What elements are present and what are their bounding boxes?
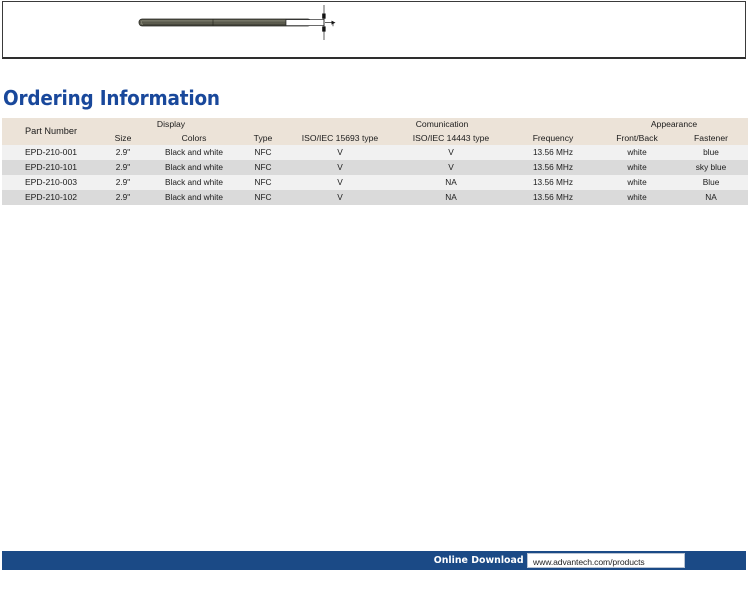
cell-frequency: 13.56 MHz	[506, 190, 600, 205]
cell-type: NFC	[242, 175, 284, 190]
cell-iso-15693: V	[284, 175, 396, 190]
online-download-label: Online Download	[434, 555, 524, 566]
cell-iso-14443: NA	[396, 175, 506, 190]
column-header-size: Size	[100, 131, 146, 145]
table-row: EPD-210-003 2.9" Black and white NFC V N…	[2, 175, 749, 190]
cell-colors: Black and white	[146, 160, 242, 175]
cell-front-back: white	[600, 160, 674, 175]
column-header-part-number: Part Number	[2, 118, 100, 145]
cell-fastener: blue	[674, 145, 749, 160]
column-group-header-spacer	[242, 118, 284, 131]
dimension-leader-arrow	[325, 20, 336, 27]
table-header-sub-row: Size Colors Type ISO/IEC 15693 type ISO/…	[2, 131, 749, 145]
column-header-type: Type	[242, 131, 284, 145]
cell-fastener: Blue	[674, 175, 749, 190]
page-title: Ordering Information	[3, 86, 220, 110]
cell-front-back: white	[600, 175, 674, 190]
cell-size: 2.9"	[100, 175, 146, 190]
cell-part-number: EPD-210-003	[2, 175, 100, 190]
cell-frequency: 13.56 MHz	[506, 175, 600, 190]
table-row: EPD-210-102 2.9" Black and white NFC V N…	[2, 190, 749, 205]
table-header: Part Number Display Comunication Appeara…	[2, 118, 749, 145]
table-body: EPD-210-001 2.9" Black and white NFC V V…	[2, 145, 749, 205]
online-download-url-text: www.advantech.com/products	[533, 556, 645, 567]
cell-fastener: NA	[674, 190, 749, 205]
column-group-header-display: Display	[100, 118, 242, 131]
cell-type: NFC	[242, 145, 284, 160]
table-header-group-row: Part Number Display Comunication Appeara…	[2, 118, 749, 145]
column-header-front-back: Front/Back	[600, 131, 674, 145]
panel-extension-segment	[285, 19, 325, 26]
cell-size: 2.9"	[100, 145, 146, 160]
cell-frequency: 13.56 MHz	[506, 145, 600, 160]
column-header-iso-15693: ISO/IEC 15693 type	[284, 131, 396, 145]
cell-part-number: EPD-210-102	[2, 190, 100, 205]
column-header-fastener: Fastener	[674, 131, 749, 145]
side-view-panel-thickness-drawing	[138, 5, 336, 40]
cell-fastener: sky blue	[674, 160, 749, 175]
ordering-information-table: Part Number Display Comunication Appeara…	[2, 118, 749, 205]
column-header-frequency: Frequency	[506, 131, 600, 145]
column-header-colors: Colors	[146, 131, 242, 145]
cell-iso-15693: V	[284, 145, 396, 160]
product-drawing-panel	[2, 1, 746, 59]
cell-iso-14443: NA	[396, 190, 506, 205]
cell-iso-15693: V	[284, 160, 396, 175]
cell-front-back: white	[600, 145, 674, 160]
cell-colors: Black and white	[146, 145, 242, 160]
cell-iso-14443: V	[396, 160, 506, 175]
cell-colors: Black and white	[146, 190, 242, 205]
cell-front-back: white	[600, 190, 674, 205]
cell-part-number: EPD-210-101	[2, 160, 100, 175]
column-group-header-communication: Comunication	[284, 118, 600, 131]
cell-iso-14443: V	[396, 145, 506, 160]
panel-profile-body	[138, 18, 312, 27]
cell-frequency: 13.56 MHz	[506, 160, 600, 175]
footer-bar: Online Download www.advantech.com/produc…	[2, 551, 746, 570]
table-row: EPD-210-001 2.9" Black and white NFC V V…	[2, 145, 749, 160]
cell-colors: Black and white	[146, 175, 242, 190]
cell-size: 2.9"	[100, 190, 146, 205]
cell-type: NFC	[242, 160, 284, 175]
online-download-url-box[interactable]: www.advantech.com/products	[527, 553, 685, 568]
column-group-header-appearance: Appearance	[600, 118, 749, 131]
cell-part-number: EPD-210-001	[2, 145, 100, 160]
cell-iso-15693: V	[284, 190, 396, 205]
table-row: EPD-210-101 2.9" Black and white NFC V V…	[2, 160, 749, 175]
cell-type: NFC	[242, 190, 284, 205]
cell-size: 2.9"	[100, 160, 146, 175]
column-header-iso-14443: ISO/IEC 14443 type	[396, 131, 506, 145]
